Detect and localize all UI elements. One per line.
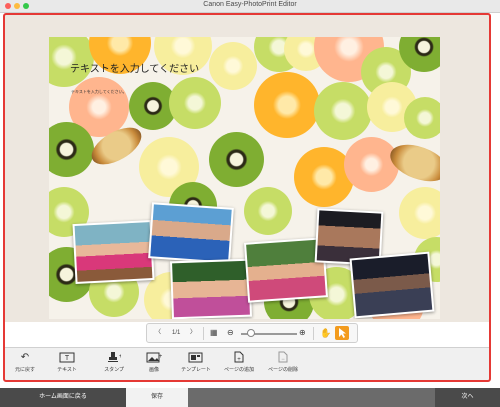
add-page-button[interactable]: + ページの追加 (216, 351, 262, 373)
svg-text:+: + (237, 357, 241, 363)
page-indicator: 1/1 (172, 330, 181, 336)
text-box-icon: T (44, 351, 90, 363)
next-page-button[interactable]: 〉 (190, 324, 196, 342)
svg-text:+: + (119, 354, 121, 360)
window-title: Canon Easy-PhotoPrint Editor (203, 1, 297, 8)
svg-text:T: T (65, 355, 70, 362)
photo-girls-with-hats (74, 222, 153, 282)
next-button[interactable]: 次へ (435, 388, 500, 407)
template-icon (173, 351, 219, 363)
photo-frame[interactable] (170, 258, 252, 319)
grid-view-icon[interactable]: ▦ (210, 324, 218, 342)
image-button[interactable]: + 画像 (131, 351, 177, 373)
save-button[interactable]: 保存 (126, 388, 188, 407)
template-button[interactable]: テンプレート (173, 351, 219, 373)
photo-girl-outdoors (172, 260, 250, 318)
hand-tool-icon[interactable]: ✋ (320, 324, 331, 342)
title-text-box[interactable]: テキストを入力してください (70, 60, 199, 75)
background-fruit-slice (314, 82, 372, 140)
photo-boy-smiling (150, 204, 232, 262)
undo-icon: ↶ (20, 351, 30, 363)
photo-frame[interactable] (148, 202, 234, 264)
zoom-slider-handle[interactable] (247, 329, 255, 337)
select-tool-button[interactable] (335, 326, 349, 340)
home-button[interactable]: ホーム画面に戻る (0, 388, 126, 407)
undo-label: 元に戻す (14, 367, 35, 373)
background-fruit-slice (209, 42, 257, 90)
photo-frame[interactable] (72, 219, 155, 285)
divider (313, 327, 314, 340)
title-bar: Canon Easy-PhotoPrint Editor (0, 0, 500, 13)
previous-page-button[interactable]: 〈 (155, 324, 161, 342)
svg-text:+: + (159, 354, 162, 360)
image-icon: + (131, 351, 177, 363)
background-fruit-slice (169, 77, 221, 129)
background-fruit-slice (399, 187, 440, 239)
divider (203, 327, 204, 340)
template-label: テンプレート (181, 367, 211, 373)
photo-group-night (351, 253, 433, 317)
background-fruit-slice (244, 187, 292, 235)
delete-page-label: ページの削除 (268, 367, 298, 373)
add-page-label: ページの追加 (224, 367, 254, 373)
background-fruit-slice (344, 137, 399, 192)
photo-two-girls (246, 239, 326, 301)
body-text-box[interactable]: テキストを入力してください。 (71, 89, 127, 95)
undo-button[interactable]: ↶ 元に戻す (2, 351, 48, 374)
image-label: 画像 (148, 367, 159, 373)
photo-frame[interactable] (349, 251, 435, 319)
text-label: テキスト (57, 367, 77, 373)
background-fruit-slice (209, 132, 264, 187)
edit-toolbar: ↶ 元に戻す T テキスト + スタンプ + 画像 テンプレート + ページの追… (5, 347, 489, 382)
add-page-icon: + (216, 351, 262, 363)
text-button[interactable]: T テキスト (44, 351, 90, 373)
svg-text:−: − (281, 357, 285, 363)
zoom-out-icon[interactable]: ⊖ (227, 324, 234, 342)
layout-canvas[interactable]: テキストを入力してください テキストを入力してください。 (49, 37, 440, 319)
background-fruit-slice (404, 97, 440, 139)
footer-bar: ホーム画面に戻る 保存 次へ (0, 388, 500, 407)
editor-workspace: テキストを入力してください テキストを入力してください。 (5, 15, 489, 322)
page-navigation-bar: 〈 1/1 〉 ▦ ⊖ ⊕ ✋ (146, 323, 358, 343)
zoom-in-icon[interactable]: ⊕ (299, 324, 306, 342)
delete-page-button[interactable]: − ページの削除 (260, 351, 306, 373)
delete-page-icon: − (260, 351, 306, 363)
cursor-arrow-icon (339, 328, 346, 338)
background-fruit-slice (254, 72, 320, 138)
